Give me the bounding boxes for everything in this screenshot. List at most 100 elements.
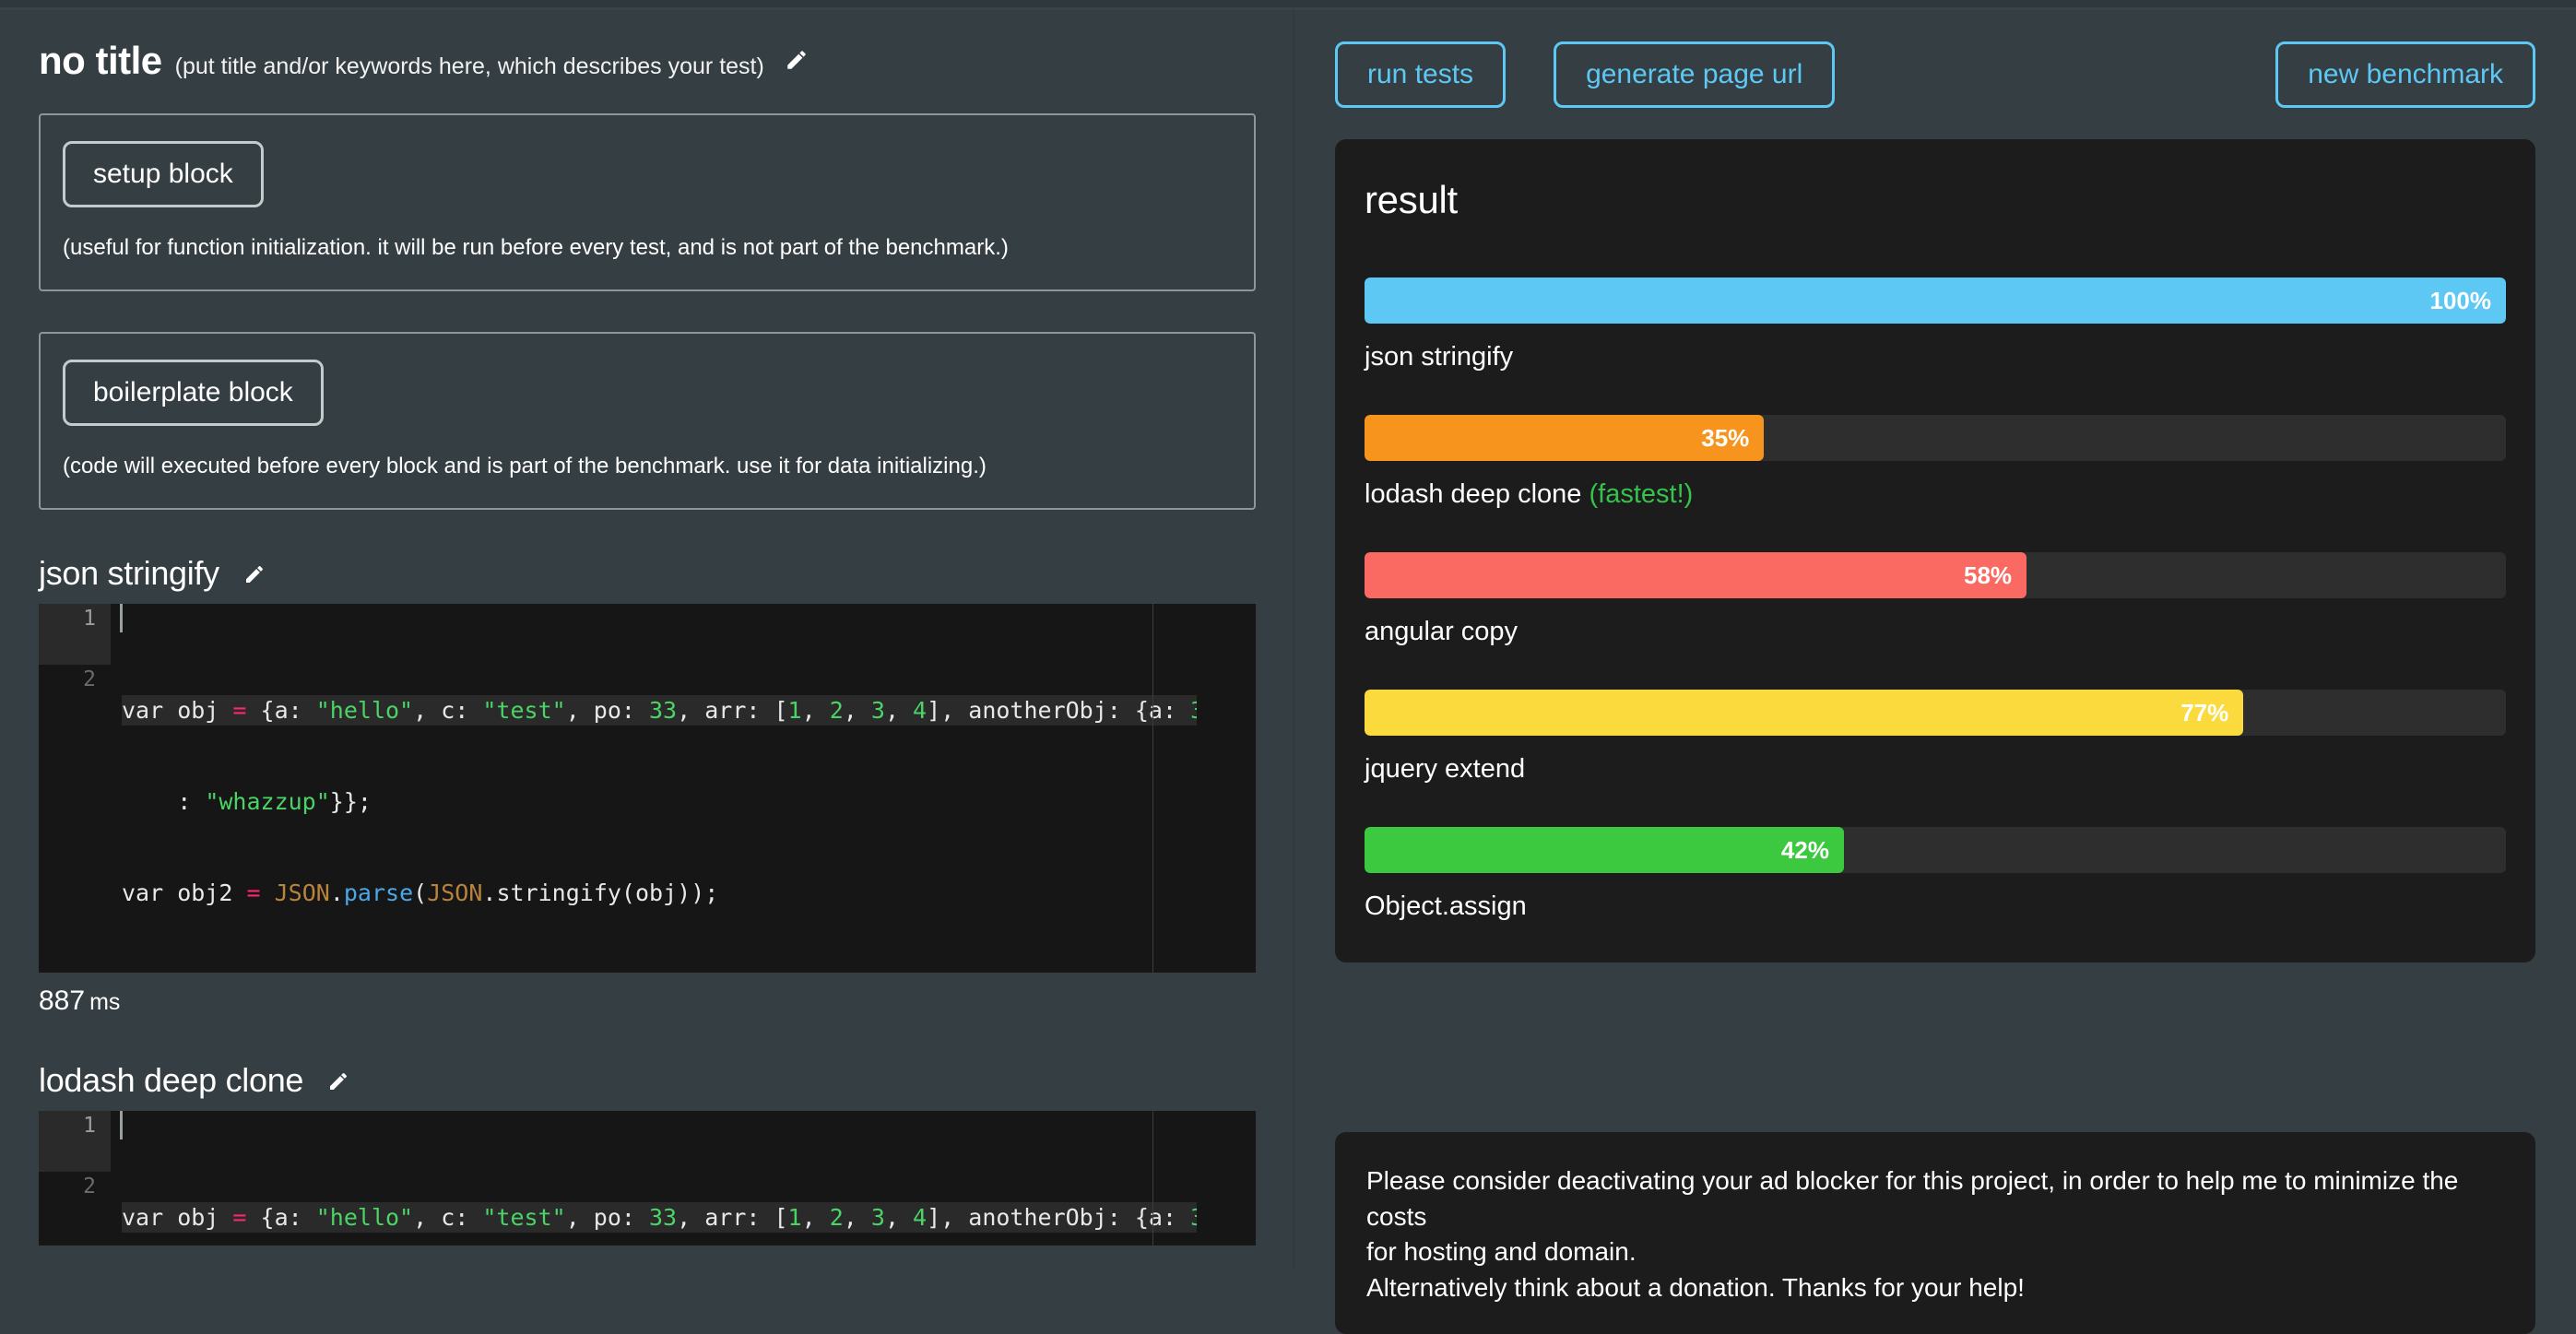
result-bar-track: 58% bbox=[1365, 552, 2506, 598]
result-bar-fill: 77% bbox=[1365, 690, 2244, 736]
code-token: = bbox=[232, 697, 247, 725]
code-token: , bbox=[801, 697, 830, 725]
code-token: JSON bbox=[274, 879, 330, 907]
editor-column: no title (put title and/or keywords here… bbox=[0, 10, 1294, 1269]
code-line-1: var obj = {a: "hello", c: "test", po: 33… bbox=[122, 695, 1256, 726]
boilerplate-block-card: boilerplate block (code will executed be… bbox=[39, 332, 1256, 511]
test-title: lodash deep clone bbox=[39, 1061, 304, 1100]
line-number: 1 bbox=[39, 1111, 111, 1142]
code-line-2: var obj2 = JSON.parse(JSON.stringify(obj… bbox=[122, 878, 1256, 908]
code-token: {a: bbox=[246, 1204, 316, 1232]
code-token: ], anotherObj: {a: bbox=[927, 1204, 1191, 1232]
editor-code-area[interactable]: var obj = {a: "hello", c: "test", po: 33… bbox=[111, 1111, 1256, 1245]
code-token: , po: bbox=[565, 1204, 649, 1232]
code-token: , bbox=[843, 1204, 871, 1232]
boilerplate-block-button[interactable]: boilerplate block bbox=[63, 360, 324, 427]
result-bar-label-row: lodash deep clone (fastest!) bbox=[1365, 479, 2506, 510]
run-tests-button[interactable]: run tests bbox=[1335, 41, 1507, 108]
editor-gutter: 1 2 bbox=[39, 604, 111, 974]
result-bar-percent: 100% bbox=[2429, 286, 2492, 314]
test-heading-json-stringify: json stringify bbox=[39, 554, 1293, 593]
editor-ruler bbox=[1152, 604, 1153, 974]
result-bar-group: 42% Object.assign bbox=[1365, 827, 2506, 922]
setup-block-button[interactable]: setup block bbox=[63, 141, 264, 207]
result-bar-group: 58% angular copy bbox=[1365, 552, 2506, 647]
result-bar-label: Object.assign bbox=[1365, 891, 1527, 921]
code-token: ], anotherObj: {a: bbox=[927, 697, 1191, 725]
code-token: 1 bbox=[787, 1204, 802, 1232]
line-number: 2 bbox=[83, 1175, 96, 1199]
benchmark-title-row: no title (put title and/or keywords here… bbox=[0, 10, 1293, 80]
edit-test-pencil-icon[interactable] bbox=[327, 1070, 349, 1092]
code-token: , arr: [ bbox=[677, 1204, 788, 1232]
results-column: run tests generate page url new benchmar… bbox=[1294, 10, 2576, 1334]
code-token: 3 bbox=[870, 697, 885, 725]
result-bar-track: 100% bbox=[1365, 277, 2506, 324]
edit-title-pencil-icon[interactable] bbox=[785, 48, 809, 72]
editor-code-area[interactable]: var obj = {a: "hello", c: "test", po: 33… bbox=[111, 604, 1256, 973]
result-bar-fill: 42% bbox=[1365, 827, 1844, 873]
result-bar-fill: 100% bbox=[1365, 277, 2506, 324]
code-token: {a: bbox=[246, 697, 316, 725]
code-token: "hello" bbox=[315, 697, 414, 725]
code-editor-json-stringify[interactable]: 1 2 var obj = {a: "hello", c: "test", po… bbox=[39, 604, 1256, 974]
code-token: "hello" bbox=[315, 1204, 414, 1232]
code-token: = bbox=[232, 1204, 247, 1232]
result-bar-track: 77% bbox=[1365, 690, 2506, 736]
test-timing-json-stringify: 887 ms bbox=[39, 986, 1293, 1017]
code-token: 33 bbox=[649, 1204, 678, 1232]
result-bar-label: angular copy bbox=[1365, 617, 1518, 646]
code-token: var obj bbox=[122, 697, 233, 725]
page-title-hint: (put title and/or keywords here, which d… bbox=[174, 53, 764, 79]
page-root: no title (put title and/or keywords here… bbox=[0, 10, 2576, 1334]
result-bar-group: 100% json stringify bbox=[1365, 277, 2506, 372]
code-line-1: var obj = {a: "hello", c: "test", po: 33… bbox=[122, 1202, 1256, 1234]
code-token: , c: bbox=[413, 697, 483, 725]
code-token: , arr: [ bbox=[677, 697, 788, 725]
editor-ruler bbox=[1152, 1111, 1153, 1246]
code-token: . bbox=[329, 879, 344, 907]
result-bar-track: 42% bbox=[1365, 827, 2506, 873]
line-number: 1 bbox=[39, 604, 111, 635]
boilerplate-block-description: (code will executed before every block a… bbox=[63, 454, 987, 479]
code-line-1-wrap: : "whazzup"}}; bbox=[122, 786, 1256, 817]
result-panel: result 100% json stringify 35% lodash de… bbox=[1335, 139, 2535, 962]
code-token: 2 bbox=[829, 1204, 844, 1232]
result-heading: result bbox=[1365, 178, 1458, 221]
code-token: , bbox=[801, 1204, 830, 1232]
result-bar-track: 35% bbox=[1365, 415, 2506, 461]
viewport-top-edge bbox=[0, 0, 2576, 7]
result-bar-label-row: Object.assign bbox=[1365, 891, 2506, 922]
code-token: JSON bbox=[427, 879, 483, 907]
editor-right-pad bbox=[1197, 604, 1256, 974]
result-bar-label-row: json stringify bbox=[1365, 342, 2506, 372]
result-bar-fill: 35% bbox=[1365, 415, 1765, 461]
code-token: 2 bbox=[829, 697, 844, 725]
result-bar-percent: 58% bbox=[1963, 561, 2013, 589]
editor-right-pad bbox=[1197, 1111, 1256, 1246]
test-heading-lodash-deep-clone: lodash deep clone bbox=[39, 1061, 1293, 1100]
code-token: parse bbox=[343, 879, 414, 907]
adblock-notice-line-3: Alternatively think about a donation. Th… bbox=[1366, 1272, 2025, 1302]
code-token: = bbox=[246, 879, 261, 907]
test-title: json stringify bbox=[39, 554, 219, 593]
code-editor-lodash-deep-clone[interactable]: 1 2 var obj = {a: "hello", c: "test", po… bbox=[39, 1111, 1256, 1246]
result-bar-group: 77% jquery extend bbox=[1365, 690, 2506, 785]
edit-test-pencil-icon[interactable] bbox=[243, 563, 266, 585]
code-token: }}; bbox=[329, 788, 372, 816]
new-benchmark-button[interactable]: new benchmark bbox=[2275, 41, 2535, 108]
result-fastest-badge: (fastest!) bbox=[1589, 479, 1694, 509]
timing-value: 887 bbox=[39, 986, 86, 1017]
setup-block-description: (useful for function initialization. it … bbox=[63, 235, 1009, 260]
result-bar-label: json stringify bbox=[1365, 342, 1514, 372]
code-token: 33 bbox=[649, 697, 678, 725]
editor-caret bbox=[120, 604, 123, 633]
generate-page-url-button[interactable]: generate page url bbox=[1554, 41, 1836, 108]
code-token: , po: bbox=[565, 697, 649, 725]
code-token: , c: bbox=[413, 1204, 483, 1232]
timing-unit: ms bbox=[89, 989, 121, 1016]
editor-gutter: 1 2 bbox=[39, 1111, 111, 1246]
result-bar-label: lodash deep clone bbox=[1365, 479, 1582, 509]
result-bar-percent: 35% bbox=[1701, 423, 1750, 452]
